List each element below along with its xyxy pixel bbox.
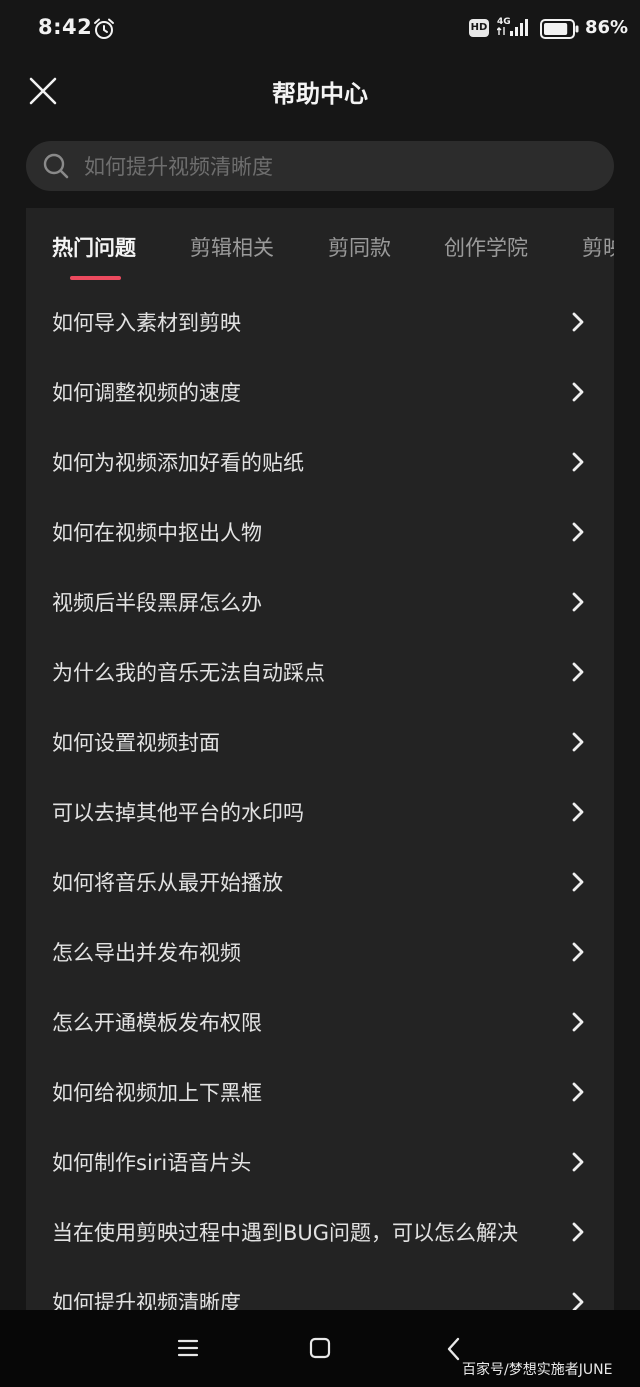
battery-percent: 86% (585, 17, 629, 38)
alarm-clock-icon (94, 18, 114, 39)
faq-question: 如何导入素材到剪映 (52, 311, 241, 335)
page-title: 帮助中心 (272, 80, 368, 108)
hd-badge: HD (469, 19, 489, 37)
status-time: 8:42 (38, 15, 93, 39)
faq-item[interactable]: 如何在视频中抠出人物 (26, 498, 614, 568)
nav-home-button[interactable] (309, 1337, 331, 1359)
faq-item[interactable]: 如何将音乐从最开始播放 (26, 848, 614, 918)
faq-item[interactable]: 可以去掉其他平台的水印吗 (26, 778, 614, 848)
search-icon (43, 153, 69, 179)
chevron-right-icon (572, 732, 584, 752)
faq-item[interactable]: 如何导入素材到剪映 (26, 288, 614, 358)
faq-question: 如何给视频加上下黑框 (52, 1081, 262, 1105)
chevron-right-icon (572, 1292, 584, 1310)
chevron-right-icon (572, 1222, 584, 1242)
search-box[interactable] (26, 141, 614, 193)
battery-icon (540, 19, 579, 39)
faq-question: 如何设置视频封面 (52, 731, 220, 755)
faq-item[interactable]: 怎么导出并发布视频 (26, 918, 614, 988)
nav-back-button[interactable] (446, 1336, 462, 1362)
faq-question: 怎么开通模板发布权限 (52, 1011, 262, 1035)
faq-item[interactable]: 视频后半段黑屏怎么办 (26, 568, 614, 638)
chevron-right-icon (572, 312, 584, 332)
watermark-text: 百家号/梦想实施者JUNE (462, 1362, 613, 1378)
faq-question: 怎么导出并发布视频 (52, 941, 241, 965)
back-chevron-icon (447, 1337, 460, 1361)
tab-same-template[interactable]: 剪同款 (328, 232, 391, 262)
faq-question: 如何调整视频的速度 (52, 381, 241, 405)
nav-menu-button[interactable] (176, 1336, 200, 1360)
help-panel: 热门问题 剪辑相关 剪同款 创作学院 剪映 如何导入素材到剪映 如何调整视频的速… (26, 208, 614, 1310)
faq-item[interactable]: 如何调整视频的速度 (26, 358, 614, 428)
signal-4g-icon: 4G (497, 17, 528, 36)
faq-item[interactable]: 如何设置视频封面 (26, 708, 614, 778)
chevron-right-icon (572, 592, 584, 612)
faq-question: 可以去掉其他平台的水印吗 (52, 801, 304, 825)
faq-item[interactable]: 怎么开通模板发布权限 (26, 988, 614, 1058)
search-input[interactable] (82, 141, 596, 193)
faq-question: 如何为视频添加好看的贴纸 (52, 451, 304, 475)
chevron-right-icon (572, 1082, 584, 1102)
category-tabs: 热门问题 剪辑相关 剪同款 创作学院 剪映 (26, 208, 614, 288)
tab-hot-questions[interactable]: 热门问题 (52, 232, 136, 262)
tab-editing[interactable]: 剪辑相关 (190, 232, 274, 262)
chevron-right-icon (572, 382, 584, 402)
chevron-right-icon (572, 942, 584, 962)
faq-list: 如何导入素材到剪映 如何调整视频的速度 如何为视频添加好看的贴纸 如何在视频中抠… (26, 288, 614, 1310)
faq-question: 如何提升视频清晰度 (52, 1291, 241, 1310)
chevron-right-icon (572, 1152, 584, 1172)
tab-creator-academy[interactable]: 创作学院 (444, 232, 528, 262)
faq-item[interactable]: 如何给视频加上下黑框 (26, 1058, 614, 1128)
home-square-icon (309, 1337, 331, 1359)
chevron-right-icon (572, 522, 584, 542)
chevron-right-icon (572, 872, 584, 892)
system-nav-bar: 百家号/梦想实施者JUNE (0, 1310, 640, 1387)
faq-question: 视频后半段黑屏怎么办 (52, 591, 262, 615)
svg-text:4G: 4G (497, 17, 511, 27)
status-bar: 8:42 HD 4G 86% (0, 0, 640, 58)
faq-question: 为什么我的音乐无法自动踩点 (52, 661, 325, 685)
faq-item[interactable]: 当在使用剪映过程中遇到BUG问题，可以怎么解决 (26, 1198, 614, 1268)
chevron-right-icon (572, 802, 584, 822)
chevron-right-icon (572, 452, 584, 472)
faq-item[interactable]: 如何为视频添加好看的贴纸 (26, 428, 614, 498)
faq-item[interactable]: 如何制作siri语音片头 (26, 1128, 614, 1198)
menu-icon (177, 1339, 199, 1357)
faq-question: 如何制作siri语音片头 (52, 1151, 252, 1175)
faq-question: 如何将音乐从最开始播放 (52, 871, 283, 895)
chevron-right-icon (572, 1012, 584, 1032)
faq-item[interactable]: 如何提升视频清晰度 (26, 1268, 614, 1310)
chevron-right-icon (572, 662, 584, 682)
faq-item[interactable]: 为什么我的音乐无法自动踩点 (26, 638, 614, 708)
active-tab-indicator (70, 276, 121, 280)
faq-question: 如何在视频中抠出人物 (52, 521, 262, 545)
tab-capcut[interactable]: 剪映 (582, 232, 614, 262)
faq-question: 当在使用剪映过程中遇到BUG问题，可以怎么解决 (52, 1221, 519, 1245)
